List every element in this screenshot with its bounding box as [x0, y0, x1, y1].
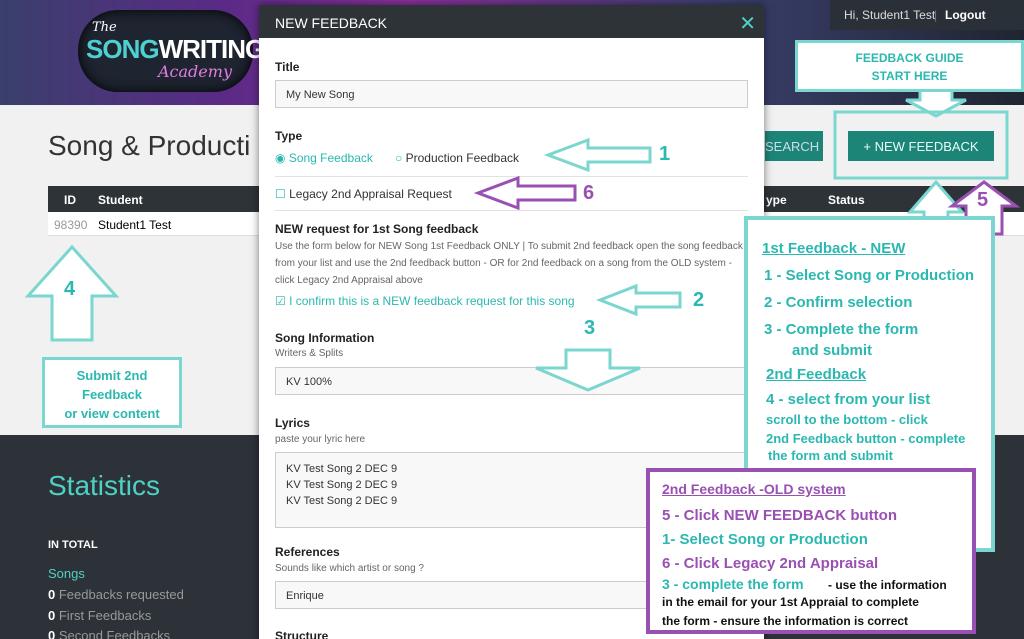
guide-step: scroll to the bottom - click [766, 412, 928, 427]
old-step: 3 - complete the form [662, 576, 804, 592]
guide-step: 2 - Confirm selection [764, 294, 913, 311]
submit-line: Submit 2nd [76, 368, 148, 383]
guide-title: FEEDBACK GUIDE [855, 51, 964, 65]
guide-step: 1 - Select Song or Production [764, 267, 975, 284]
old-system-box: 2nd Feedback -OLD system 5 - Click NEW F… [646, 468, 976, 634]
guide-step: 3 - Complete the form [764, 321, 919, 338]
old-step: the form - ensure the information is cor… [662, 614, 909, 628]
step-2-number: 2 [693, 289, 705, 311]
submit-line: or view content [64, 406, 160, 421]
new-feedback-highlight [833, 110, 1009, 180]
submit-2nd-box: Submit 2nd Feedback or view content [42, 357, 182, 428]
guide-start: START HERE [871, 69, 948, 83]
step-4-number: 4 [64, 278, 76, 300]
step-6-number: 6 [583, 182, 595, 204]
guide-step: 2nd Feedback button - complete [766, 431, 966, 446]
old-step: 5 - Click NEW FEEDBACK button [662, 507, 897, 524]
old-step: 2nd Feedback -OLD system [662, 481, 846, 497]
guide-step: 2nd Feedback [766, 366, 867, 383]
arrow-6-icon [473, 175, 577, 211]
submit-line: Feedback [82, 387, 142, 402]
step-1-number: 1 [659, 143, 671, 165]
step-3-number: 3 [584, 317, 596, 339]
old-step: 1- Select Song or Production [662, 531, 868, 548]
feedback-guide-box: FEEDBACK GUIDE START HERE [795, 40, 1024, 92]
arrow-2-icon [595, 283, 682, 317]
guide-step: 4 - select from your list [766, 391, 931, 408]
old-step: - use the information [828, 578, 947, 592]
arrow-3-icon [535, 348, 641, 392]
guide-step: the form and submit [768, 448, 893, 463]
arrow-1-icon [543, 137, 652, 173]
old-step: in the email for your 1st Appraial to co… [662, 595, 919, 609]
guide-step: and submit [792, 342, 873, 359]
old-step: 6 - Click Legacy 2nd Appraisal [662, 555, 879, 572]
step-5-number: 5 [977, 189, 989, 211]
guide-step: 1st Feedback - NEW [762, 240, 906, 257]
